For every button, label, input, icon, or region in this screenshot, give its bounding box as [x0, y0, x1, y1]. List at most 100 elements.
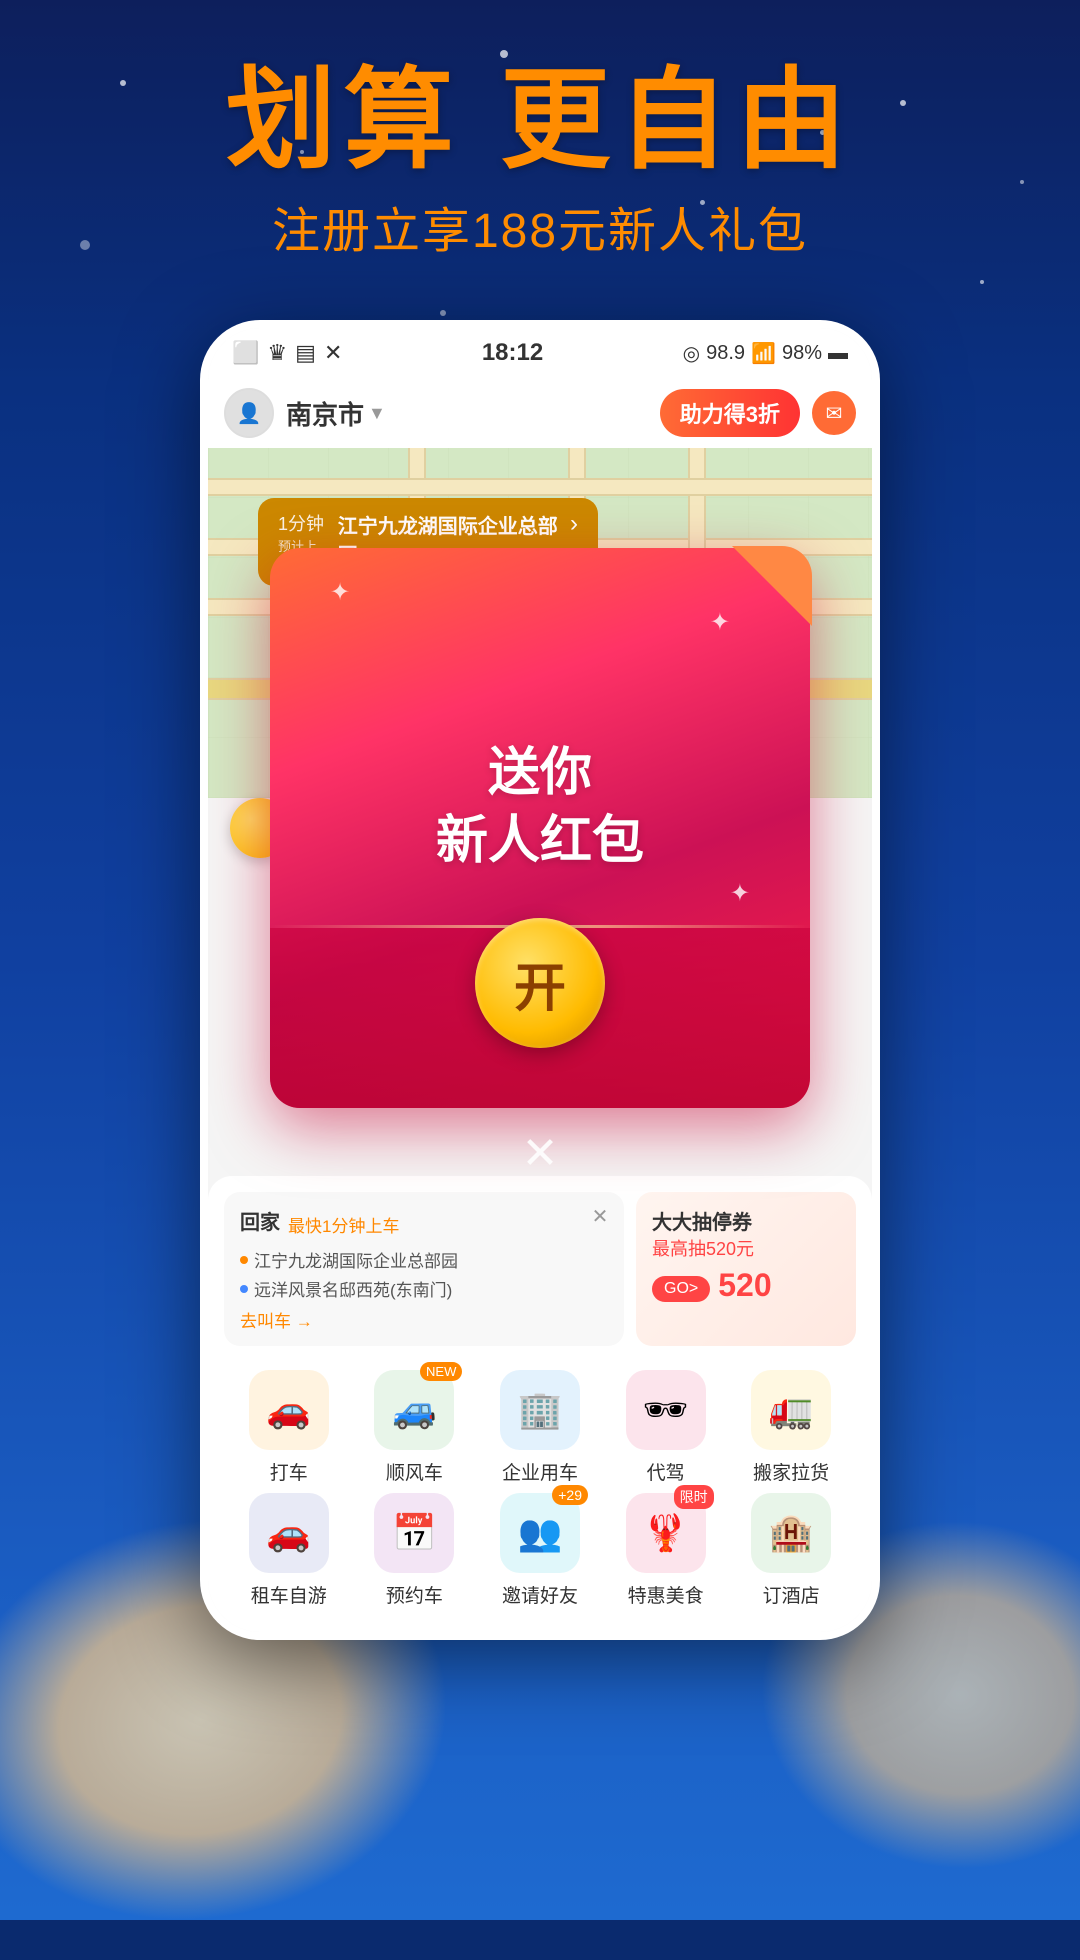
notification-icon: ⬜ [232, 340, 259, 366]
hotel-label: 订酒店 [763, 1581, 820, 1608]
services-grid-row1: 🚗 打车 🚙 NEW 顺风车 [224, 1362, 856, 1493]
alert-icon: ✕ [324, 340, 342, 366]
redpacket-text: 送你 新人红包 [436, 740, 644, 875]
addr1-text: 江宁九龙湖国际企业总部园 [254, 1247, 458, 1272]
food-label: 特惠美食 [628, 1581, 704, 1608]
card-close-button[interactable]: ✕ [586, 1202, 614, 1230]
location-icon: ◎ [683, 341, 700, 366]
hotel-icon-wrap: 🏨 [751, 1493, 831, 1573]
battery-pct: 98% [782, 342, 822, 365]
moving-icon: 🚛 [751, 1370, 831, 1450]
rental-icon: 🚗 [249, 1493, 329, 1573]
redpacket-overlay: ✦ ✦ ✦ 送你 新人红包 开 [270, 548, 810, 1108]
invite-icon: 👥 [500, 1493, 580, 1573]
card-home-title: 回家 [240, 1206, 280, 1235]
redpacket-line1: 送你 [436, 740, 644, 808]
taxi-label: 打车 [270, 1458, 308, 1485]
taxi-icon-wrap: 🚗 [249, 1370, 329, 1450]
lottery-amount-display: 520 [718, 1267, 771, 1304]
signal-strength: 98.9 [706, 342, 745, 365]
booking-label: 预约车 [386, 1581, 443, 1608]
service-booking[interactable]: 📅 预约车 [358, 1493, 472, 1608]
service-rideshare[interactable]: 🚙 NEW 顺风车 [358, 1370, 472, 1485]
wifi-icon: 📶 [751, 341, 776, 366]
tooltip-time: 1分钟 [278, 510, 326, 536]
service-taxi[interactable]: 🚗 打车 [232, 1370, 346, 1485]
hero-section: 划算 更自由 注册立享188元新人礼包 [0, 60, 1080, 261]
invite-badge: +29 [552, 1485, 588, 1505]
bottom-panel: 回家 最快1分钟上车 江宁九龙湖国际企业总部园 远洋风景名邸西苑(东南门) 去叫… [208, 1176, 872, 1632]
lottery-title: 大大抽停券 [652, 1206, 840, 1235]
status-icons-left: ⬜ ♛ ▤ ✕ [232, 340, 342, 366]
rental-label: 租车自游 [251, 1581, 327, 1608]
overlay-close-button[interactable]: ✕ [522, 1128, 559, 1179]
dot-blue [240, 1285, 248, 1293]
food-icon-wrap: 🦞 限时 [626, 1493, 706, 1573]
rideshare-new-badge: NEW [420, 1362, 462, 1381]
driver-icon: 🕶 [626, 1370, 706, 1450]
service-hotel[interactable]: 🏨 订酒店 [734, 1493, 848, 1608]
city-selector[interactable]: 南京市 ▼ [286, 395, 386, 432]
service-moving[interactable]: 🚛 搬家拉货 [734, 1370, 848, 1485]
lottery-prize: 520 [718, 1267, 771, 1304]
phone-screen: ⬜ ♛ ▤ ✕ 18:12 ◎ 98.9 📶 98% ▬ [208, 328, 872, 1632]
cards-row: 回家 最快1分钟上车 江宁九龙湖国际企业总部园 远洋风景名邸西苑(东南门) 去叫… [224, 1192, 856, 1346]
dot-orange [240, 1256, 248, 1264]
card-header: 回家 最快1分钟上车 [240, 1206, 608, 1243]
service-food[interactable]: 🦞 限时 特惠美食 [609, 1493, 723, 1608]
moving-label: 搬家拉货 [753, 1458, 829, 1485]
rideshare-icon: 🚙 [374, 1370, 454, 1450]
crown-icon: ♛ [267, 340, 287, 366]
lottery-card[interactable]: 大大抽停券 最高抽520元 GO> 520 [636, 1192, 856, 1346]
sparkle-1: ✦ [330, 578, 350, 607]
battery-icon: ▬ [828, 342, 848, 365]
invite-label: 邀请好友 [502, 1581, 578, 1608]
sparkle-2: ✦ [710, 608, 730, 637]
booking-icon-wrap: 📅 [374, 1493, 454, 1573]
user-avatar[interactable]: 👤 [224, 388, 274, 438]
tooltip-arrow: › [570, 510, 578, 538]
lottery-go-btn[interactable]: GO> [652, 1276, 710, 1302]
services-grid-row2: 🚗 租车自游 📅 预约车 👥 [224, 1493, 856, 1616]
go-home-card[interactable]: 回家 最快1分钟上车 江宁九龙湖国际企业总部园 远洋风景名邸西苑(东南门) 去叫… [224, 1192, 624, 1346]
booking-icon: 📅 [374, 1493, 454, 1573]
card-addr1: 江宁九龙湖国际企业总部园 [240, 1247, 608, 1272]
card-home-time: 最快1分钟上车 [288, 1212, 399, 1237]
enterprise-icon-wrap: 🏢 [500, 1370, 580, 1450]
food-badge: 限时 [674, 1485, 714, 1509]
addr2-text: 远洋风景名邸西苑(东南门) [254, 1276, 452, 1301]
rideshare-icon-wrap: 🚙 NEW [374, 1370, 454, 1450]
dropdown-arrow: ▼ [368, 403, 386, 424]
moving-icon-wrap: 🚛 [751, 1370, 831, 1450]
hero-subtitle: 注册立享188元新人礼包 [0, 191, 1080, 261]
enterprise-label: 企业用车 [502, 1458, 578, 1485]
enterprise-icon: 🏢 [500, 1370, 580, 1450]
taxi-icon: 🚗 [249, 1370, 329, 1450]
message-icon[interactable]: ✉ [812, 391, 856, 435]
lottery-amount: 最高抽520元 [652, 1235, 840, 1261]
status-bar: ⬜ ♛ ▤ ✕ 18:12 ◎ 98.9 📶 98% ▬ [208, 328, 872, 378]
help-badge-text: 助力得3折 [680, 397, 780, 429]
lottery-row: GO> 520 [652, 1267, 840, 1304]
redpacket-card[interactable]: ✦ ✦ ✦ 送你 新人红包 开 [270, 548, 810, 1108]
service-driver[interactable]: 🕶 代驾 [609, 1370, 723, 1485]
rideshare-label: 顺风车 [386, 1458, 443, 1485]
open-btn-text: 开 [514, 946, 566, 1021]
phone-mockup: ⬜ ♛ ▤ ✕ 18:12 ◎ 98.9 📶 98% ▬ [200, 320, 880, 1640]
sim-icon: ▤ [295, 340, 316, 366]
card-more-link[interactable]: 去叫车 → [240, 1307, 608, 1332]
service-invite[interactable]: 👥 +29 邀请好友 [483, 1493, 597, 1608]
card-addr2: 远洋风景名邸西苑(东南门) [240, 1276, 608, 1301]
city-name-text: 南京市 [286, 395, 364, 432]
phone-frame: ⬜ ♛ ▤ ✕ 18:12 ◎ 98.9 📶 98% ▬ [200, 320, 880, 1640]
help-badge[interactable]: 助力得3折 [660, 389, 800, 437]
driver-icon-wrap: 🕶 [626, 1370, 706, 1450]
road-h-3 [208, 478, 872, 496]
status-icons-right: ◎ 98.9 📶 98% ▬ [683, 341, 848, 366]
service-enterprise[interactable]: 🏢 企业用车 [483, 1370, 597, 1485]
status-time: 18:12 [482, 339, 543, 367]
map-header: 👤 南京市 ▼ 助力得3折 ✉ [208, 378, 872, 448]
service-rental[interactable]: 🚗 租车自游 [232, 1493, 346, 1608]
redpacket-open-button[interactable]: 开 [475, 918, 605, 1048]
redpacket-line2: 新人红包 [436, 808, 644, 876]
